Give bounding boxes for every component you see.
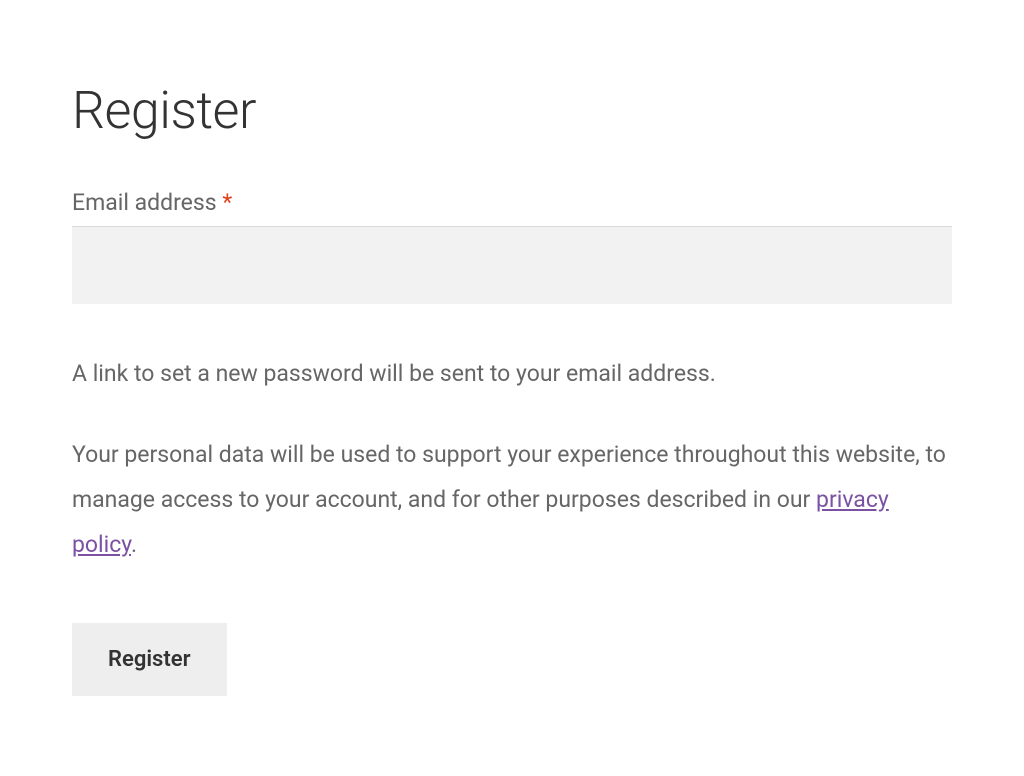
privacy-suffix: . (131, 531, 137, 558)
email-form-group: Email address * (72, 189, 952, 304)
register-button[interactable]: Register (72, 623, 227, 696)
privacy-prefix: Your personal data will be used to suppo… (72, 441, 946, 513)
email-field[interactable] (72, 226, 952, 304)
page-title: Register (72, 80, 952, 141)
email-label-text: Email address (72, 189, 217, 216)
password-info-text: A link to set a new password will be sen… (72, 352, 952, 397)
email-label: Email address * (72, 189, 952, 216)
required-indicator: * (222, 189, 232, 216)
privacy-text: Your personal data will be used to suppo… (72, 433, 952, 568)
